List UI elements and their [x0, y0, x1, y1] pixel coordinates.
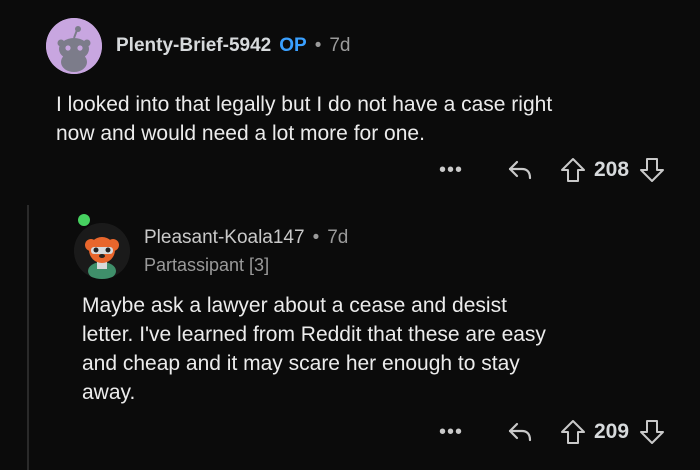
comment-age: 7d — [327, 227, 349, 248]
separator: • — [314, 35, 322, 56]
comment-age: 7d — [329, 35, 351, 56]
comment-meta: Plenty-Brief-5942 OP • 7d — [116, 35, 350, 57]
more-options-button[interactable]: ••• — [436, 421, 466, 444]
comment-body: Maybe ask a lawyer about a cease and des… — [82, 294, 546, 404]
downvote-icon[interactable] — [639, 157, 665, 183]
upvote-icon[interactable] — [560, 419, 586, 445]
comment-actions: ••• 209 — [436, 419, 665, 445]
comment: Plenty-Brief-5942 OP • 7d I looked into … — [0, 0, 700, 200]
more-options-button[interactable]: ••• — [436, 159, 466, 182]
vote-score: 208 — [594, 158, 630, 181]
comment-actions: ••• 208 — [436, 157, 665, 183]
upvote-icon[interactable] — [560, 157, 586, 183]
koala-avatar-icon[interactable] — [74, 223, 130, 279]
snoo-avatar-icon[interactable] — [46, 18, 102, 74]
user-flair: Partassipant [3] — [144, 255, 270, 275]
username[interactable]: Plenty-Brief-5942 — [116, 35, 271, 57]
thread-line — [27, 205, 29, 470]
comment-reply: Pleasant-Koala147 • 7d Partassipant [3] … — [58, 200, 700, 470]
comment-meta: Pleasant-Koala147 • 7d — [144, 227, 348, 249]
separator: • — [312, 227, 320, 248]
downvote-icon[interactable] — [639, 419, 665, 445]
reply-icon[interactable] — [506, 158, 534, 182]
online-status-dot — [78, 214, 90, 226]
comment-body: I looked into that legally but I do not … — [56, 93, 553, 145]
reply-icon[interactable] — [506, 420, 534, 444]
op-badge: OP — [279, 35, 307, 56]
username[interactable]: Pleasant-Koala147 — [144, 227, 305, 249]
vote-score: 209 — [594, 420, 630, 443]
